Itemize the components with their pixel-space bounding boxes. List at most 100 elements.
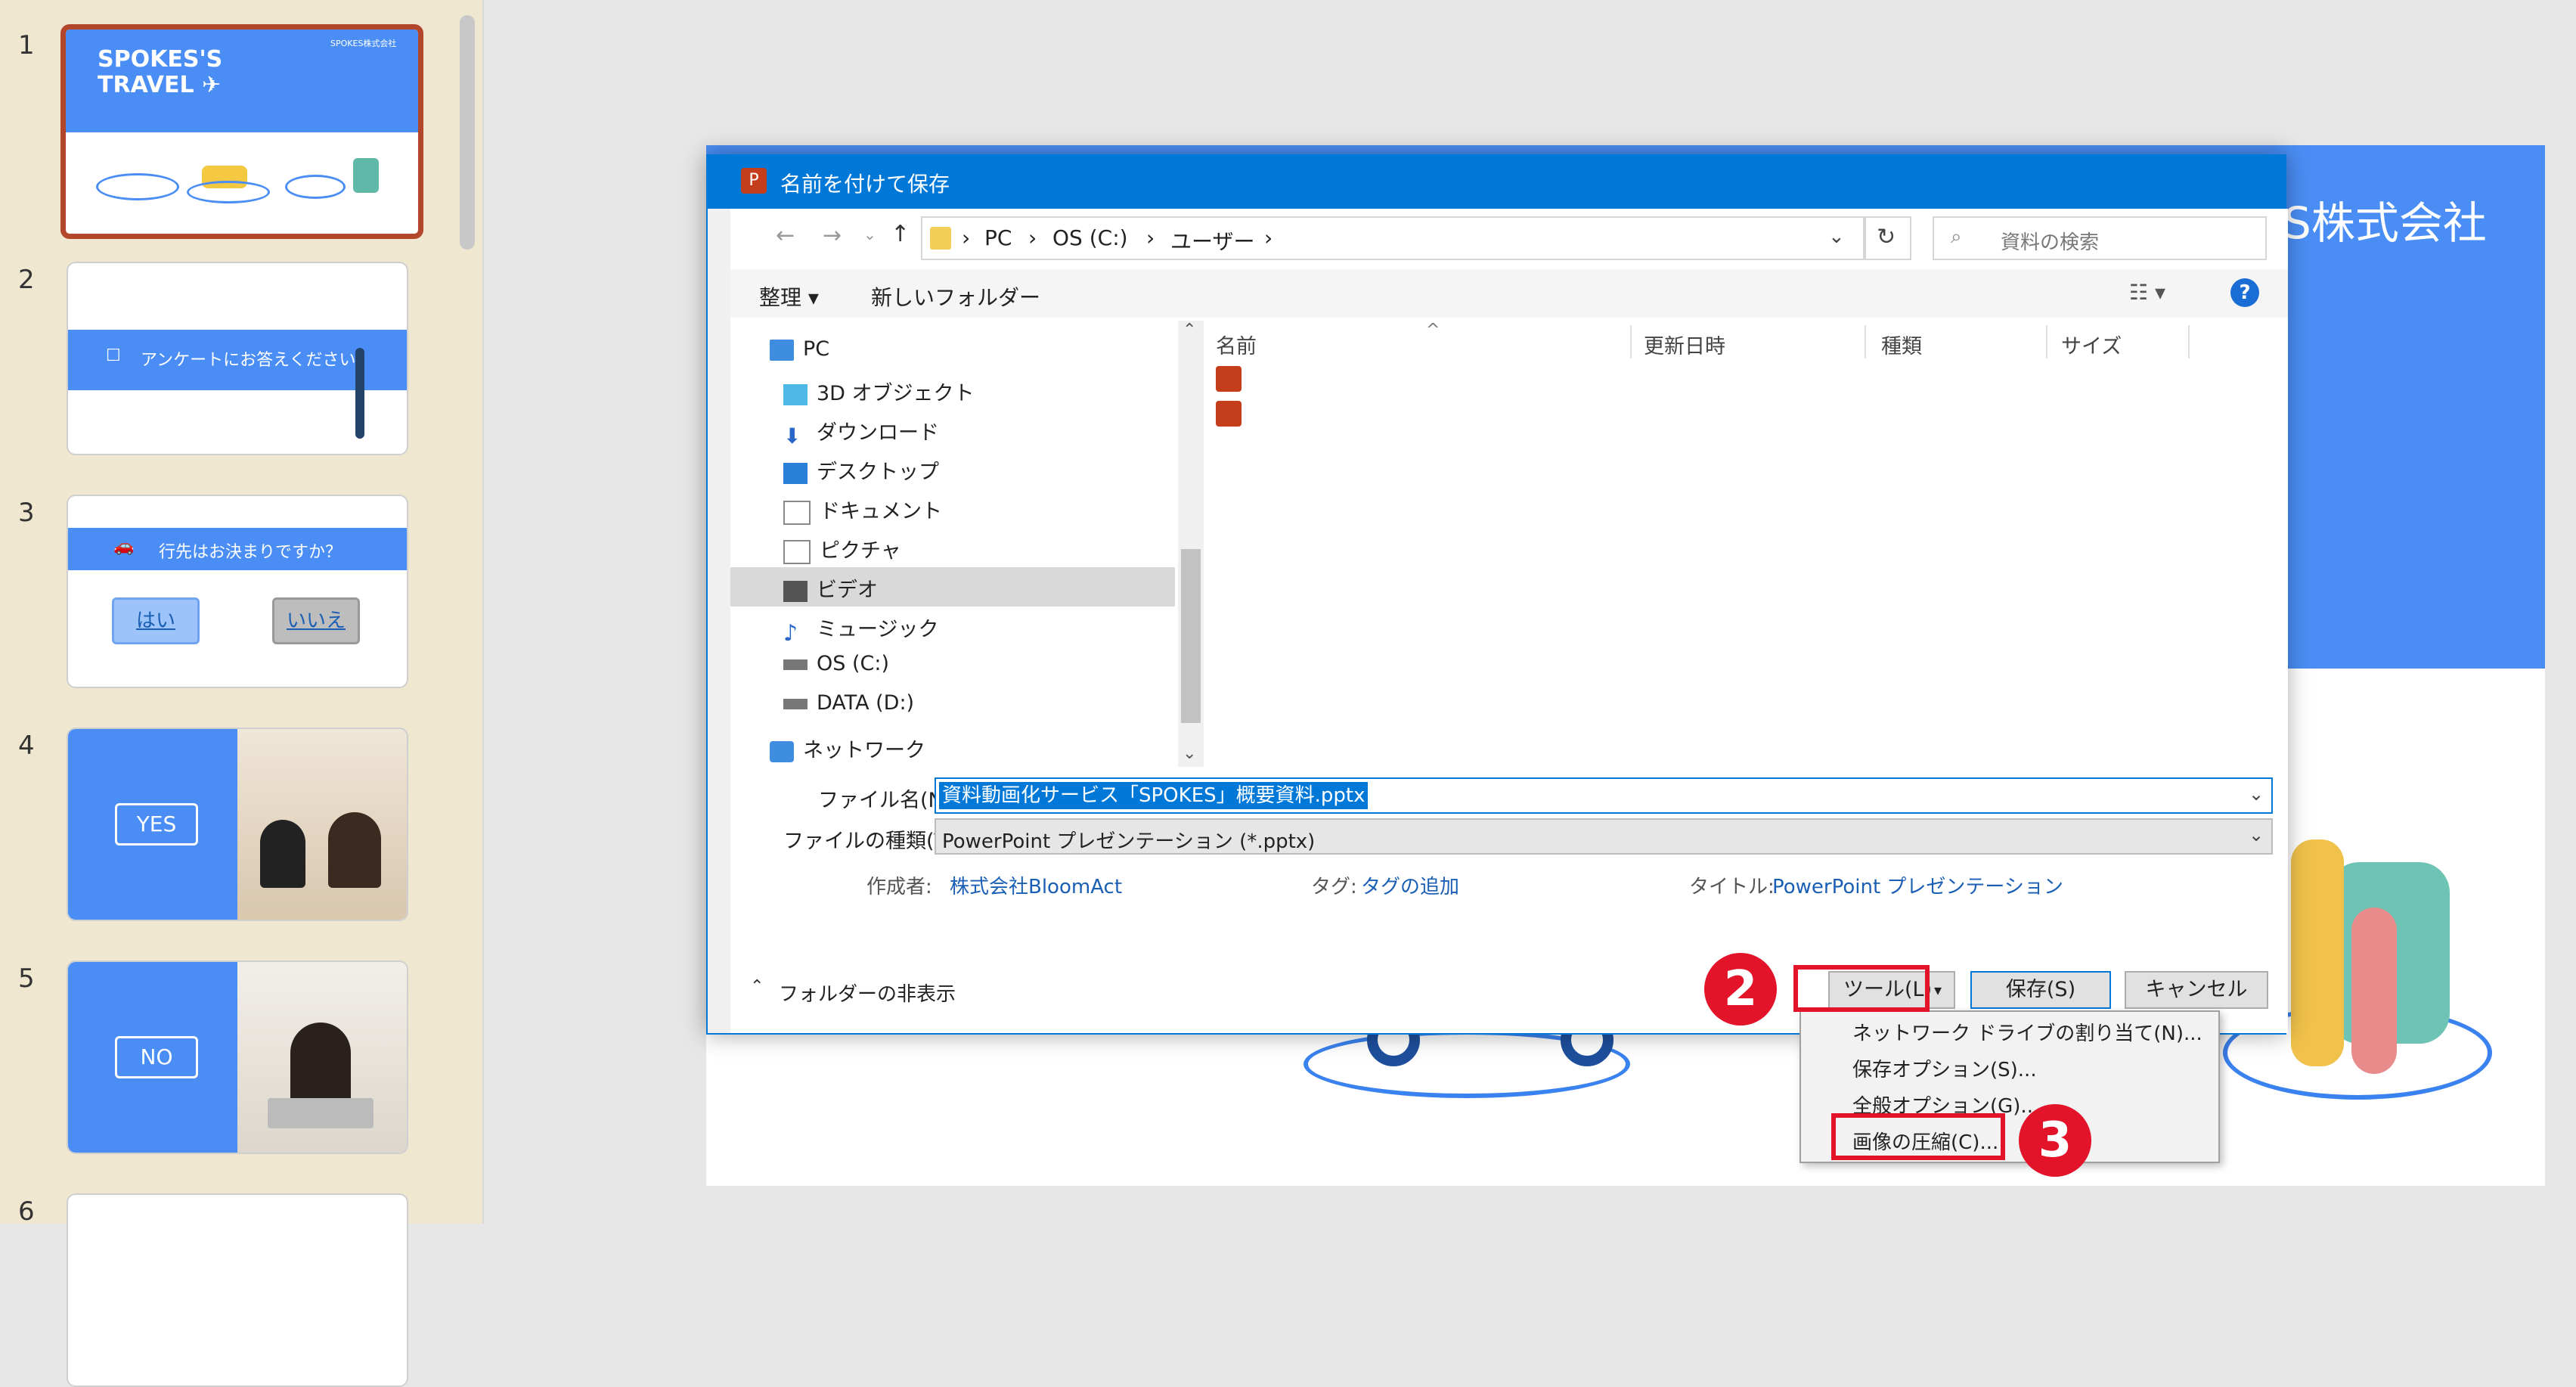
tree-scrollbar-thumb[interactable] bbox=[1181, 549, 1201, 723]
search-icon: ⌕ bbox=[1951, 225, 1962, 248]
file-type-dropdown-icon[interactable]: ⌄ bbox=[2249, 824, 2264, 846]
tree-item-os-c[interactable]: OS (C:) bbox=[783, 652, 889, 675]
tree-item-network[interactable]: ネットワーク bbox=[770, 734, 925, 763]
tree-item-downloads[interactable]: ⬇ ダウンロード bbox=[783, 416, 939, 448]
folder-icon bbox=[930, 227, 951, 250]
clipboard-icon: ☐ bbox=[106, 346, 121, 365]
column-type[interactable]: 種類 bbox=[1881, 330, 1922, 359]
slide-number-5: 5 bbox=[18, 963, 35, 994]
scroll-up-icon[interactable]: ⌃ bbox=[1183, 321, 1196, 340]
drive-d-icon bbox=[783, 698, 808, 709]
tree-item-pc[interactable]: PC bbox=[770, 337, 829, 361]
tag-label: タグ: bbox=[1311, 876, 1357, 898]
tree-item-desktop[interactable]: デスクトップ bbox=[783, 455, 939, 485]
refresh-button[interactable]: ↻ bbox=[1865, 216, 1911, 260]
music-icon: ♪ bbox=[783, 619, 798, 647]
pptx-file-icon-1[interactable] bbox=[1216, 366, 1242, 392]
sort-caret-icon: ^ bbox=[1426, 321, 1440, 340]
tree-item-music[interactable]: ♪ ミュージック bbox=[783, 613, 938, 647]
dialog-titlebar: P 名前を付けて保存 bbox=[708, 156, 2285, 209]
column-size[interactable]: サイズ bbox=[2061, 330, 2122, 359]
pptx-file-icon-2[interactable] bbox=[1216, 401, 1242, 427]
thumb2-figure bbox=[355, 348, 364, 439]
save-button[interactable]: 保存(S) bbox=[1970, 971, 2111, 1009]
organize-menu[interactable]: 整理 ▾ bbox=[759, 281, 819, 312]
thumb4-yes-label: YES bbox=[115, 803, 198, 846]
tree-item-videos[interactable]: ビデオ bbox=[783, 573, 878, 603]
slide-thumbnail-5[interactable]: NO bbox=[67, 960, 408, 1154]
thumb3-yes-button: はい bbox=[112, 597, 200, 644]
recent-chevron-icon[interactable]: ⌄ bbox=[863, 225, 876, 244]
slide-thumbnail-6[interactable] bbox=[67, 1193, 408, 1387]
search-placeholder: 資料の検索 bbox=[2001, 231, 2100, 254]
column-date[interactable]: 更新日時 bbox=[1644, 330, 1725, 359]
forward-arrow-icon[interactable]: → bbox=[823, 222, 842, 249]
thumbnail-scrollbar[interactable] bbox=[460, 15, 475, 250]
step-3-badge: 3 bbox=[2019, 1104, 2091, 1177]
powerpoint-icon: P bbox=[741, 168, 767, 194]
slide-illustration-person-1 bbox=[2291, 839, 2344, 1066]
slide-illustration-person-2 bbox=[2351, 908, 2397, 1074]
view-options-icon[interactable]: ☷ ▾ bbox=[2129, 280, 2165, 305]
chevron-up-icon[interactable]: ⌃ bbox=[750, 977, 764, 996]
thumb3-no-button: いいえ bbox=[272, 597, 360, 644]
file-name-input[interactable]: 資料動画化サービス「SPOKES」概要資料.pptx ⌄ bbox=[935, 777, 2273, 814]
desktop-icon bbox=[783, 462, 808, 484]
search-input[interactable]: ⌕ 資料の検索 bbox=[1933, 216, 2267, 260]
navigation-pane: PC 3D オブジェクト ⬇ ダウンロード デスクトップ ドキュメント ピクチャ … bbox=[730, 321, 1205, 767]
dialog-body: ← → ⌄ ↑ › PC › OS (C:) › ユーザー › ⌄ ↻ ⌕ 資料… bbox=[730, 209, 2288, 1033]
pictures-icon bbox=[783, 539, 811, 564]
tree-item-pictures[interactable]: ピクチャ bbox=[783, 534, 901, 564]
slide-number-6: 6 bbox=[18, 1196, 35, 1227]
breadcrumb-os-c[interactable]: OS (C:) bbox=[1052, 225, 1128, 250]
breadcrumb-pc[interactable]: PC bbox=[984, 225, 1012, 250]
slide-thumbnail-1[interactable]: SPOKES'S TRAVEL ✈ SPOKES株式会社 bbox=[60, 24, 423, 239]
slide-thumbnail-3[interactable]: 🚗 行先はお決まりですか？ はい いいえ bbox=[67, 495, 408, 688]
author-label: 作成者: bbox=[866, 876, 932, 898]
doc-title-label: タイトル: bbox=[1689, 876, 1775, 898]
menu-item-save-options[interactable]: 保存オプション(S)... bbox=[1852, 1054, 2037, 1082]
network-icon bbox=[770, 740, 794, 762]
slide-thumbnail-4[interactable]: YES bbox=[67, 728, 408, 921]
file-type-select[interactable]: PowerPoint プレゼンテーション (*.pptx) ⌄ bbox=[935, 818, 2273, 855]
slide-thumbnail-2[interactable]: ☐ アンケートにお答えください bbox=[67, 262, 408, 455]
up-arrow-icon[interactable]: ↑ bbox=[891, 221, 910, 247]
pc-icon bbox=[770, 339, 794, 361]
file-name-value: 資料動画化サービス「SPOKES」概要資料.pptx bbox=[939, 782, 1369, 809]
column-name[interactable]: 名前 bbox=[1216, 330, 1257, 359]
author-value[interactable]: 株式会社BloomAct bbox=[950, 871, 1122, 899]
thumb3-banner-text: 行先はお決まりですか？ bbox=[159, 543, 343, 562]
scroll-down-icon[interactable]: ⌄ bbox=[1183, 744, 1196, 763]
tree-item-3d-objects[interactable]: 3D オブジェクト bbox=[783, 377, 975, 406]
cancel-button[interactable]: キャンセル bbox=[2125, 971, 2268, 1009]
thumb1-corner: SPOKES株式会社 bbox=[330, 39, 397, 48]
address-bar[interactable]: › PC › OS (C:) › ユーザー › ⌄ bbox=[921, 216, 1865, 260]
menu-item-map-network-drive[interactable]: ネットワーク ドライブの割り当て(N)... bbox=[1852, 1018, 2202, 1046]
thumb5-no-label: NO bbox=[115, 1036, 198, 1078]
thumb2-banner-text: アンケートにお答えください bbox=[141, 351, 356, 370]
tree-item-documents[interactable]: ドキュメント bbox=[783, 495, 942, 525]
tree-item-data-d[interactable]: DATA (D:) bbox=[783, 691, 914, 715]
file-list: 名前 更新日時 種類 サイズ ^ bbox=[1205, 321, 2288, 767]
thumb5-photo bbox=[237, 962, 407, 1153]
tools-button-highlight bbox=[1793, 965, 1930, 1012]
thumb3-banner: 🚗 行先はお決まりですか？ bbox=[68, 528, 407, 570]
slide-thumbnail-pane: 1 SPOKES'S TRAVEL ✈ SPOKES株式会社 2 ☐ アンケート… bbox=[0, 0, 484, 1387]
car-icon: 🚗 bbox=[113, 537, 135, 556]
address-dropdown-icon[interactable]: ⌄ bbox=[1828, 225, 1845, 248]
refresh-icon: ↻ bbox=[1877, 224, 1896, 250]
breadcrumb-users[interactable]: ユーザー bbox=[1170, 225, 1254, 256]
hide-folders-button[interactable]: フォルダーの非表示 bbox=[779, 979, 956, 1007]
thumb4-photo bbox=[237, 729, 407, 920]
tree-scrollbar[interactable]: ⌃ ⌄ bbox=[1178, 321, 1204, 767]
drive-c-icon bbox=[783, 659, 808, 670]
tag-value[interactable]: タグの追加 bbox=[1361, 871, 1459, 899]
file-name-dropdown-icon[interactable]: ⌄ bbox=[2249, 783, 2264, 805]
help-icon[interactable]: ? bbox=[2230, 278, 2259, 307]
save-as-dialog: P 名前を付けて保存 ← → ⌄ ↑ › PC › OS (C:) › ユーザー… bbox=[706, 154, 2288, 1035]
back-arrow-icon[interactable]: ← bbox=[776, 222, 795, 249]
new-folder-button[interactable]: 新しいフォルダー bbox=[871, 281, 1040, 312]
doc-title-value[interactable]: PowerPoint プレゼンテーション bbox=[1772, 871, 2063, 899]
dialog-title: 名前を付けて保存 bbox=[780, 172, 950, 197]
slide-number-1: 1 bbox=[18, 30, 35, 61]
